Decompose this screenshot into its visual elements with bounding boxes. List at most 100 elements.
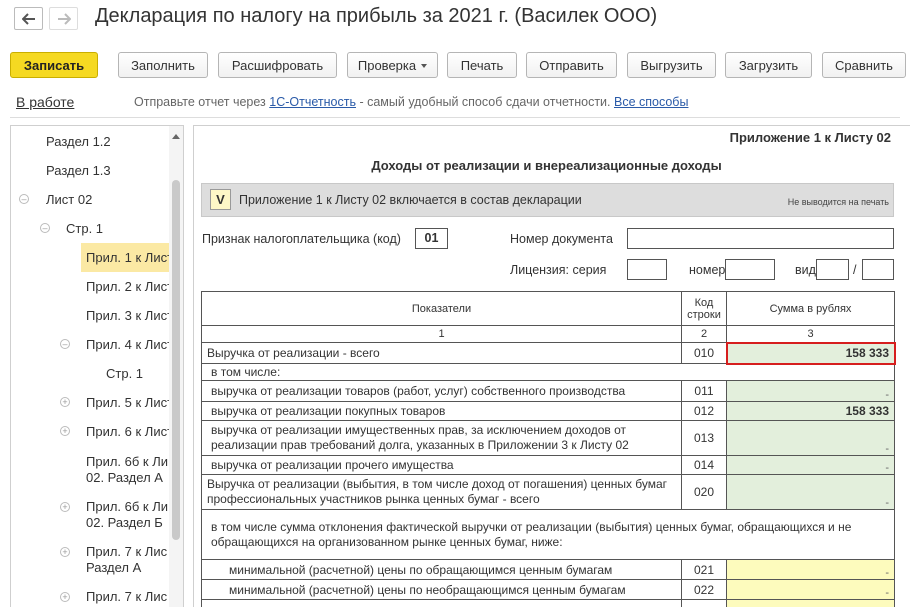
row-sum-field[interactable]: - xyxy=(726,474,895,510)
table-row: в том числе сумма отклонения фактической… xyxy=(201,509,895,560)
tree-item[interactable]: + Прил. 5 к Лист xyxy=(11,388,169,417)
table-row: выручка от реализации прочего имущества … xyxy=(201,455,895,475)
all-methods-link[interactable]: Все способы xyxy=(614,95,688,109)
row-label: в том числе сумма отклонения фактической… xyxy=(201,509,895,560)
decode-button[interactable]: Расшифровать xyxy=(218,52,337,78)
window-title: Декларация по налогу на прибыль за 2021 … xyxy=(95,5,658,27)
send-hint-text-1: Отправьте отчет через xyxy=(134,95,270,109)
table-row: Выручка от реализации (выбытия, в том чи… xyxy=(201,474,895,510)
divider xyxy=(10,117,900,118)
tree-item[interactable]: Раздел 1.2 xyxy=(11,127,169,156)
table-row: в том числе: xyxy=(201,363,895,381)
doc-number-field[interactable] xyxy=(627,228,894,249)
table-row: выручка от реализации товаров (работ, ус… xyxy=(201,380,895,402)
expand-icon[interactable]: + xyxy=(60,547,70,557)
row-label: Выручка от реализации - всего xyxy=(201,342,682,364)
row-sum-field[interactable]: - xyxy=(726,579,895,600)
tree-item-label: Прил. 6б к Ли 02. Раздел А xyxy=(86,454,169,485)
check-dropdown-button[interactable]: Проверка xyxy=(347,52,438,78)
tree-item[interactable]: Раздел 1.3 xyxy=(11,156,169,185)
taxpayer-sign-field[interactable]: 01 xyxy=(415,228,448,249)
tree-item-label: Прил. 7 к Лис Раздел Б xyxy=(86,589,168,607)
tree-item[interactable]: + Прил. 6 к Лист xyxy=(11,417,169,446)
row-code xyxy=(681,599,727,607)
scroll-up-icon[interactable] xyxy=(172,134,180,139)
row-label: минимальной (расчетной) цены по необраща… xyxy=(201,579,682,600)
back-button[interactable] xyxy=(14,7,43,30)
forward-button[interactable] xyxy=(49,7,78,30)
row-label: Выручка от реализации (выбытия, в том чи… xyxy=(201,474,682,510)
tree-item-label: Прил. 2 к Лист xyxy=(86,279,169,294)
tree-item[interactable]: – Стр. 1 xyxy=(11,214,169,243)
tree-item[interactable]: Прил. 3 к Лист xyxy=(11,301,169,330)
row-sum-field[interactable]: - xyxy=(726,559,895,580)
row-code: 021 xyxy=(681,559,727,580)
row-label: минимальной (расчетной) цены по обращающ… xyxy=(201,559,682,580)
row-label: выручка от реализации товаров (работ, ус… xyxy=(201,380,682,402)
tree-item[interactable]: + Прил. 6б к Ли 02. Раздел Б xyxy=(11,493,169,538)
table-row: выручка от реализации покупных товаров 0… xyxy=(201,401,895,421)
row-code: 010 xyxy=(681,342,727,364)
row-sum-field[interactable]: - xyxy=(726,420,895,456)
row-sum-field[interactable]: 158 333 xyxy=(726,401,895,421)
save-button[interactable]: Записать xyxy=(10,52,98,78)
license-kind-field-1[interactable] xyxy=(816,259,849,280)
collapse-icon[interactable]: – xyxy=(19,194,29,204)
tree-item-selected[interactable]: Прил. 1 к Лист xyxy=(81,243,169,272)
row-label: выручка от реализации имущественных прав… xyxy=(201,420,682,456)
send-button[interactable]: Отправить xyxy=(526,52,617,78)
export-button[interactable]: Выгрузить xyxy=(627,52,716,78)
license-series-label: Лицензия: серия xyxy=(510,263,607,277)
license-series-field[interactable] xyxy=(627,259,667,280)
collapse-icon[interactable]: – xyxy=(40,223,50,233)
tree-item-label: Стр. 1 xyxy=(66,221,104,236)
print-button[interactable]: Печать xyxy=(447,52,517,78)
tree-item[interactable]: Прил. 6б к Ли 02. Раздел А xyxy=(11,448,169,493)
include-label: Приложение 1 к Листу 02 включается в сос… xyxy=(239,193,582,207)
compare-button[interactable]: Сравнить xyxy=(822,52,906,78)
row-sum-field[interactable]: 158 333 xyxy=(725,341,896,365)
row-code: 011 xyxy=(681,380,727,402)
row-label xyxy=(201,599,682,607)
tree-scrollbar[interactable] xyxy=(169,126,183,607)
tree-item-label: Лист 02 xyxy=(46,192,93,207)
tree-item[interactable]: Прил. 2 к Лист xyxy=(11,272,169,301)
tree-item[interactable]: + Прил. 7 к Лис Раздел А xyxy=(11,538,169,583)
tree-item-label: Прил. 6б к Ли 02. Раздел Б xyxy=(86,499,169,530)
license-kind-label: вид xyxy=(795,263,816,277)
table-colnum-row: 1 2 3 xyxy=(201,325,895,343)
row-sum-field[interactable]: - xyxy=(726,380,895,402)
report-status-link[interactable]: В работе xyxy=(16,94,74,110)
include-checkbox[interactable]: V xyxy=(210,189,231,210)
taxpayer-sign-label: Признак налогоплательщика (код) xyxy=(202,232,401,246)
slash-separator: / xyxy=(853,263,857,277)
collapse-icon[interactable]: – xyxy=(60,339,70,349)
license-number-field[interactable] xyxy=(725,259,775,280)
service-link[interactable]: 1С-Отчетность xyxy=(269,95,356,109)
import-button[interactable]: Загрузить xyxy=(725,52,812,78)
row-sum-field[interactable]: - xyxy=(726,455,895,475)
table-row: минимальной (расчетной) цены по обращающ… xyxy=(201,559,895,580)
table-row xyxy=(201,599,895,607)
tree-item-label: Раздел 1.2 xyxy=(46,134,111,149)
expand-icon[interactable]: + xyxy=(60,397,70,407)
row-label: выручка от реализации прочего имущества xyxy=(201,455,682,475)
fill-button[interactable]: Заполнить xyxy=(118,52,208,78)
license-kind-field-2[interactable] xyxy=(862,259,894,280)
expand-icon[interactable]: + xyxy=(60,502,70,512)
code-header-line: Код xyxy=(694,296,714,309)
tree-item-label: Раздел 1.3 xyxy=(46,163,111,178)
arrow-right-icon xyxy=(57,12,71,25)
table-header-row: Показатели Код строки Сумма в рублях xyxy=(201,291,895,326)
tree-item[interactable]: + Прил. 7 к Лис Раздел Б xyxy=(11,583,169,607)
scroll-thumb[interactable] xyxy=(172,180,180,540)
expand-icon[interactable]: + xyxy=(60,426,70,436)
expand-icon[interactable]: + xyxy=(60,592,70,602)
sections-tree[interactable]: Раздел 1.2 Раздел 1.3 – Лист 02 – Стр. 1… xyxy=(10,125,184,607)
tree-item[interactable]: – Прил. 4 к Лист xyxy=(11,330,169,359)
colnum: 1 xyxy=(201,325,682,343)
check-button-label: Проверка xyxy=(357,57,417,73)
tree-item[interactable]: – Лист 02 xyxy=(11,185,169,214)
tree-item[interactable]: Стр. 1 xyxy=(11,359,169,388)
row-sum-field[interactable] xyxy=(726,599,895,607)
